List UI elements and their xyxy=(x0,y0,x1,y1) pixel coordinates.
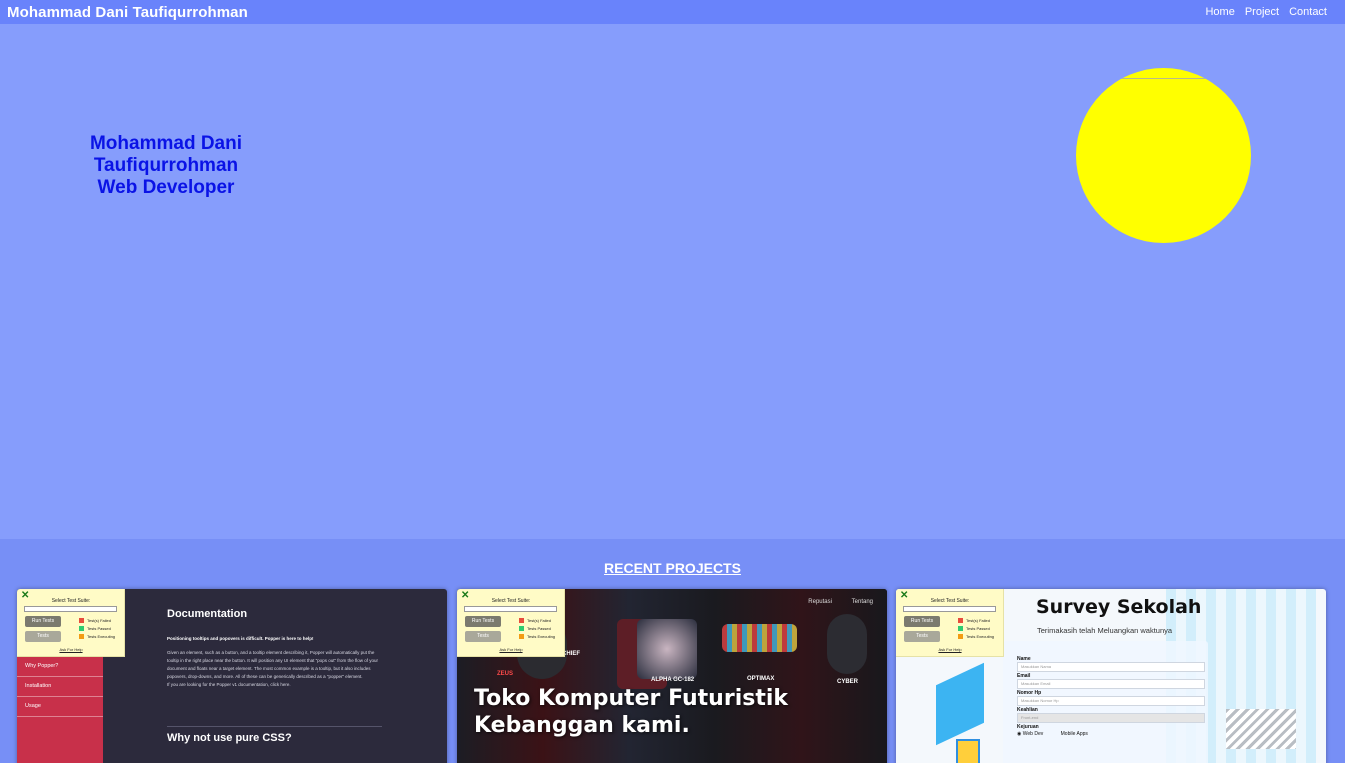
legend-executing: Tests Executing xyxy=(958,634,994,640)
legend-executing: Tests Executing xyxy=(79,634,115,640)
test-suite-title: Select Test Suite: xyxy=(51,598,91,604)
nav-link-contact[interactable]: Contact xyxy=(1289,6,1327,18)
survey-title: Survey Sekolah xyxy=(1036,596,1202,618)
hero-section: Mohammad Dani Taufiqurrohman Web Develop… xyxy=(0,24,1345,539)
test-suite-select[interactable] xyxy=(464,606,557,612)
tests-button[interactable]: Tests xyxy=(25,631,61,642)
product-label-optimax: OPTIMAX xyxy=(747,676,775,682)
sun-circle xyxy=(1076,68,1251,243)
top-navbar: Mohammad Dani Taufiqurrohman Home Projec… xyxy=(0,0,1345,24)
test-suite-overlay: ✕ Select Test Suite: Run Tests Tests Tes… xyxy=(17,589,125,657)
project-card-popper-docs[interactable]: Why Popper? Installation Usage Documenta… xyxy=(17,589,447,763)
docs-sidebar-item-installation[interactable]: Installation xyxy=(17,677,103,697)
docs-sidebar: Why Popper? Installation Usage xyxy=(17,657,103,763)
store-nav-reputasi[interactable]: Reputasi xyxy=(808,599,832,605)
legend-passed: Tests Passed xyxy=(79,626,111,632)
major-options: ◉ Web Dev Mobile Apps xyxy=(1017,731,1196,737)
run-tests-button[interactable]: Run Tests xyxy=(25,616,61,627)
brand-name[interactable]: Mohammad Dani Taufiqurrohman xyxy=(7,4,248,21)
docs-footnote: If you are looking for the Popper v1 doc… xyxy=(167,682,291,687)
nav-link-project[interactable]: Project xyxy=(1245,6,1279,18)
major-option-mobile-apps[interactable]: Mobile Apps xyxy=(1061,731,1096,737)
test-suite-select[interactable] xyxy=(24,606,117,612)
major-option-web-dev[interactable]: ◉ Web Dev xyxy=(1017,731,1051,737)
tests-button[interactable]: Tests xyxy=(465,631,501,642)
hero-name: Mohammad Dani Taufiqurrohman xyxy=(89,133,243,176)
nav-links: Home Project Contact xyxy=(1195,6,1327,18)
docs-paragraph: Given an element, such as a button, and … xyxy=(167,650,379,679)
test-suite-overlay: ✕ Select Test Suite: Run Tests Tests Tes… xyxy=(896,589,1004,657)
mouse-image xyxy=(827,614,867,674)
docs-sidebar-item-usage[interactable]: Usage xyxy=(17,697,103,717)
run-tests-button[interactable]: Run Tests xyxy=(904,616,940,627)
survey-subtitle: Terimakasih telah Meluangkan waktunya xyxy=(1037,626,1173,635)
ask-for-help-link[interactable]: Ask For Help xyxy=(896,647,1004,652)
chair-photo xyxy=(637,619,697,679)
ask-for-help-link[interactable]: Ask For Help xyxy=(457,647,565,652)
name-field[interactable]: Masukkan Nama xyxy=(1017,662,1205,672)
store-nav: Reputasi Tentang xyxy=(790,599,873,605)
major-label: Kejuruan xyxy=(1017,724,1039,730)
docs-heading-2: Why not use pure CSS? xyxy=(167,732,292,744)
email-field[interactable]: Masukkan Email xyxy=(1017,679,1205,689)
survey-deco-panel xyxy=(936,662,984,746)
survey-deco-box xyxy=(956,739,980,763)
projects-title: RECENT PROJECTS xyxy=(604,560,741,576)
product-label-alpha: ALPHA GC-182 xyxy=(651,677,695,683)
nav-link-home[interactable]: Home xyxy=(1205,6,1234,18)
store-headline-line2: Kebanggan kami. xyxy=(474,713,690,738)
tests-button[interactable]: Tests xyxy=(904,631,940,642)
keyboard-image xyxy=(722,624,797,652)
docs-sidebar-item-why-popper[interactable]: Why Popper? xyxy=(17,657,103,677)
legend-failed: Test(s) Failed xyxy=(519,618,551,624)
legend-failed: Test(s) Failed xyxy=(79,618,111,624)
run-tests-button[interactable]: Run Tests xyxy=(465,616,501,627)
hero-role: Web Developer xyxy=(97,177,235,198)
legend-passed: Tests Passed xyxy=(958,626,990,632)
ask-for-help-link[interactable]: Ask For Help xyxy=(17,647,125,652)
store-headline-line1: Toko Komputer Futuristik xyxy=(474,686,789,711)
store-headline: Toko Komputer Futuristik Kebanggan kami. xyxy=(474,685,788,739)
survey-form: Name Masukkan Nama Email Masukkan Email … xyxy=(1003,641,1208,763)
product-label-zeus: ZEUS xyxy=(497,671,514,677)
hero-heading: Mohammad Dani Taufiqurrohman Web Develop… xyxy=(16,133,316,199)
phone-field[interactable]: Masukkan Nomor Hp xyxy=(1017,696,1205,706)
survey-deco-keyboard xyxy=(1226,709,1296,749)
product-label-cyber: CYBER xyxy=(837,679,859,685)
project-card-computer-store[interactable]: Reputasi Tentang ZEUS CHIEF ALPHA GC-182… xyxy=(457,589,887,763)
recent-projects-section: RECENT PROJECTS Why Popper? Installation… xyxy=(0,539,1345,763)
legend-failed: Test(s) Failed xyxy=(958,618,990,624)
test-suite-overlay: ✕ Select Test Suite: Run Tests Tests Tes… xyxy=(457,589,565,657)
docs-heading: Documentation xyxy=(167,608,248,620)
sun-line xyxy=(1121,78,1206,79)
skill-select[interactable]: Front-end xyxy=(1017,713,1205,723)
docs-body: Positioning tooltips and popovers is dif… xyxy=(167,635,387,689)
test-suite-select[interactable] xyxy=(903,606,996,612)
docs-divider xyxy=(167,726,382,727)
legend-passed: Tests Passed xyxy=(519,626,551,632)
store-nav-tentang[interactable]: Tentang xyxy=(852,599,873,605)
docs-lead: Positioning tooltips and popovers is dif… xyxy=(167,636,314,641)
project-card-survey[interactable]: Survey Sekolah Terimakasih telah Meluang… xyxy=(896,589,1326,763)
test-suite-title: Select Test Suite: xyxy=(491,598,531,604)
legend-executing: Tests Executing xyxy=(519,634,555,640)
test-suite-title: Select Test Suite: xyxy=(930,598,970,604)
